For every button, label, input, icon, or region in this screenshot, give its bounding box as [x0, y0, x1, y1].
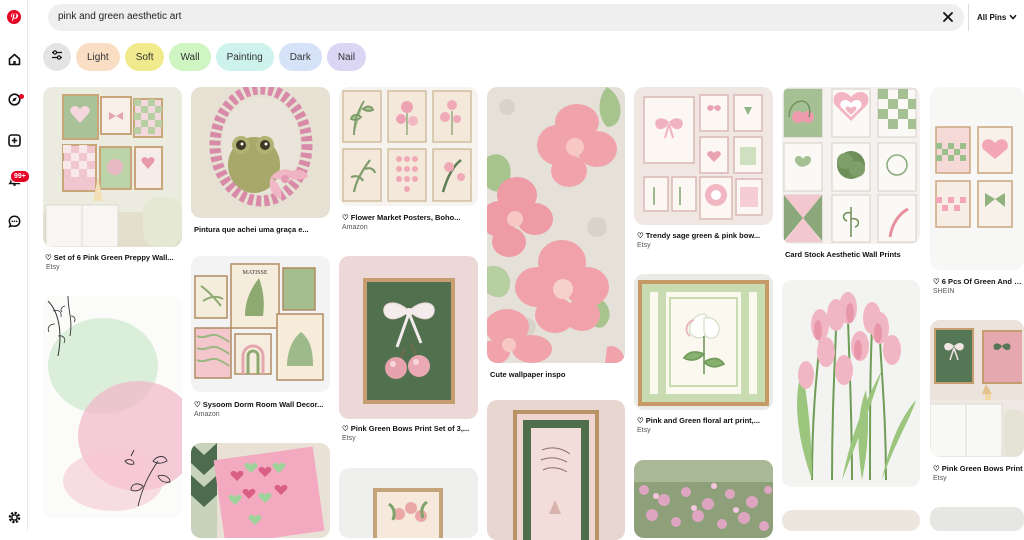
search-bar[interactable]: pink and green aesthetic art	[48, 4, 964, 31]
pin-image[interactable]	[782, 87, 920, 244]
sliders-icon	[51, 48, 63, 66]
pin-image[interactable]	[43, 87, 182, 247]
home-icon[interactable]	[5, 50, 23, 68]
sidebar: 99+	[0, 0, 30, 531]
pin-source[interactable]: Etsy	[933, 475, 947, 482]
pin-title[interactable]: ♡ Set of 6 Pink Green Preppy Wall...	[45, 253, 181, 262]
pin-image[interactable]	[634, 460, 773, 538]
filter-chip-soft[interactable]: Soft	[124, 43, 165, 71]
messages-icon[interactable]	[5, 212, 23, 230]
pin-image[interactable]	[339, 468, 478, 538]
pin-title[interactable]: ♡ 6 Pcs Of Green And Pi...	[933, 277, 1024, 286]
pin-title[interactable]: ♡ Pink Green Bows Print Set of 3,...	[342, 424, 476, 433]
pin-source[interactable]: Etsy	[637, 427, 651, 434]
pin-title[interactable]: ♡ Pink Green Bows Print	[933, 464, 1024, 473]
pin-source[interactable]: Etsy	[342, 435, 356, 442]
pin-source[interactable]: Etsy	[637, 242, 651, 249]
explore-notification-dot	[19, 94, 24, 99]
filter-chip-nail[interactable]: Nail	[326, 43, 367, 71]
pin-title[interactable]: ♡ Flower Market Posters, Boho...	[342, 213, 476, 222]
pin-image[interactable]	[634, 274, 773, 410]
filter-chip-light[interactable]: Light	[76, 43, 120, 71]
pin-image[interactable]	[487, 87, 625, 363]
filter-chip-dark[interactable]: Dark	[278, 43, 322, 71]
pin-image[interactable]	[339, 256, 478, 419]
pin-source[interactable]: Amazon	[194, 411, 220, 418]
pin-image[interactable]	[930, 507, 1024, 531]
pin-image[interactable]	[930, 87, 1024, 270]
pin-title[interactable]: Card Stock Aesthetic Wall Prints	[785, 250, 919, 259]
filter-settings-button[interactable]	[43, 43, 71, 71]
pin-title[interactable]: ♡ Sysoom Dorm Room Wall Decor...	[194, 400, 328, 409]
pin-image[interactable]	[930, 320, 1024, 457]
pin-image[interactable]: MATISSE	[191, 256, 330, 392]
pinterest-logo-icon[interactable]	[5, 8, 23, 26]
pin-image[interactable]	[782, 510, 920, 531]
pin-image[interactable]	[191, 87, 330, 218]
pin-image[interactable]	[634, 87, 773, 225]
clear-search-icon[interactable]	[940, 9, 956, 25]
settings-icon[interactable]	[5, 508, 23, 526]
filter-chip-painting[interactable]: Painting	[215, 43, 274, 71]
pin-image[interactable]	[191, 443, 330, 538]
pin-source[interactable]: Etsy	[46, 264, 60, 271]
pin-title[interactable]: Cute wallpaper inspo	[490, 370, 624, 379]
search-scope-dropdown[interactable]: All Pins	[968, 4, 1024, 31]
pin-image[interactable]	[487, 400, 625, 540]
pin-title[interactable]: ♡ Trendy sage green & pink bow...	[637, 231, 771, 240]
pin-image[interactable]	[339, 87, 478, 206]
create-icon[interactable]	[5, 131, 23, 149]
explore-icon[interactable]	[5, 90, 23, 108]
chevron-down-icon	[1009, 13, 1017, 22]
filter-bar: Light Soft Wall Painting Dark Nail	[43, 43, 367, 71]
filter-chip-wall[interactable]: Wall	[169, 43, 211, 71]
search-input[interactable]: pink and green aesthetic art	[58, 11, 181, 22]
pin-source[interactable]: Amazon	[342, 224, 368, 231]
pin-title[interactable]: Pintura que achei uma graça e...	[194, 225, 328, 234]
pin-image[interactable]	[782, 280, 920, 487]
pin-source[interactable]: SHEIN	[933, 288, 954, 295]
matisse-poster-text: MATISSE	[242, 270, 267, 276]
pin-image[interactable]	[43, 296, 182, 518]
notification-count-badge: 99+	[10, 170, 30, 183]
pin-title[interactable]: ♡ Pink and Green floral art print,...	[637, 416, 771, 425]
search-scope-label: All Pins	[977, 13, 1007, 22]
